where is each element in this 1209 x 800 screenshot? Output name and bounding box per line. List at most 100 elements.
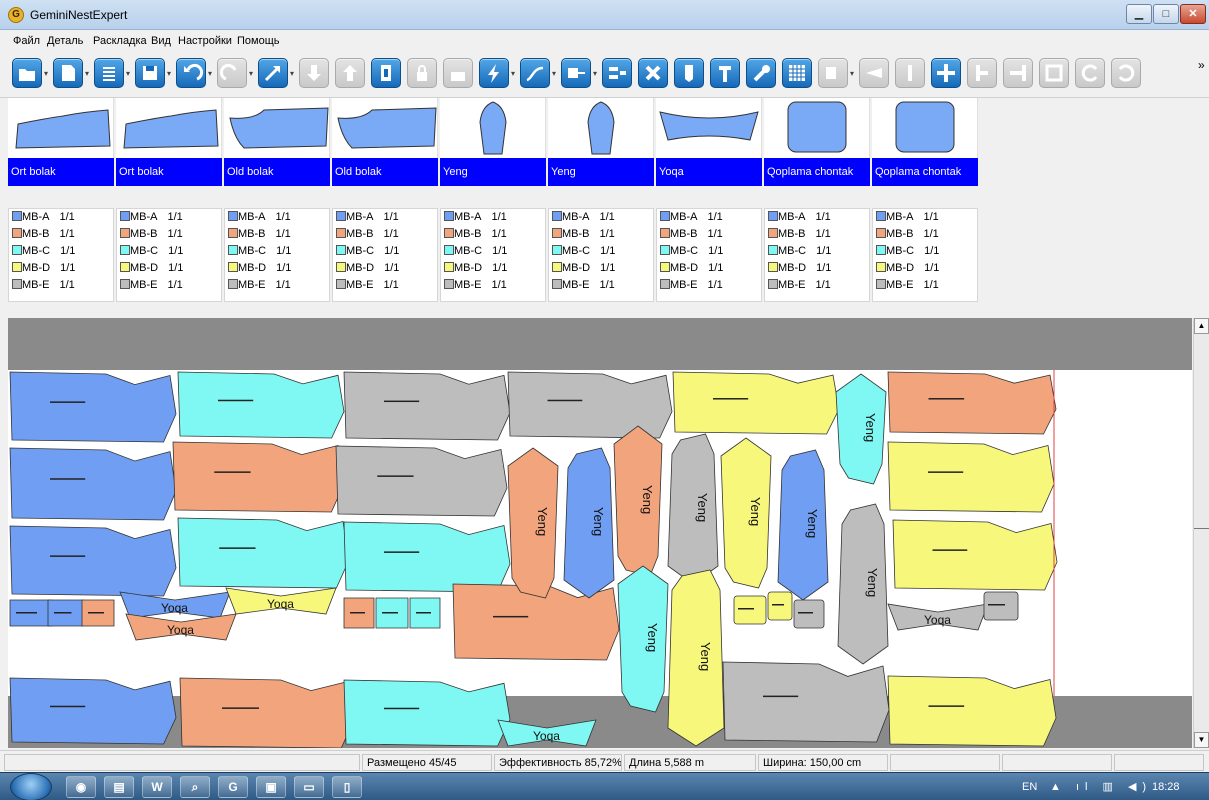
piece-card[interactable]: Ort bolak bbox=[8, 98, 114, 186]
size-row[interactable]: MB-E 1/1 bbox=[444, 279, 507, 295]
size-row[interactable]: MB-E 1/1 bbox=[228, 279, 291, 295]
toolbar-button-delete[interactable] bbox=[638, 58, 668, 88]
close-button[interactable]: ✕ bbox=[1180, 4, 1206, 24]
size-row[interactable]: MB-C 1/1 bbox=[444, 245, 507, 261]
marker-piece-pocket[interactable] bbox=[733, 595, 767, 625]
size-row[interactable]: MB-A 1/1 bbox=[336, 211, 399, 227]
toolbar-button-move-cross[interactable] bbox=[931, 58, 961, 88]
size-row[interactable]: MB-A 1/1 bbox=[660, 211, 723, 227]
size-row[interactable]: MB-E 1/1 bbox=[12, 279, 75, 295]
start-button[interactable] bbox=[10, 773, 52, 800]
marker-piece[interactable] bbox=[343, 521, 511, 593]
window-app-icon[interactable]: ▭ bbox=[294, 776, 324, 798]
marker-layout[interactable]: Yeng Yeng Yeng Yeng Yeng Yeng Yeng Yeng Yeng Yeng… bbox=[8, 318, 1192, 748]
save-app-icon[interactable]: ▣ bbox=[256, 776, 286, 798]
size-row[interactable]: MB-A 1/1 bbox=[228, 211, 291, 227]
marker-piece[interactable] bbox=[179, 677, 355, 748]
size-row[interactable]: MB-D 1/1 bbox=[444, 262, 507, 278]
size-row[interactable]: MB-C 1/1 bbox=[228, 245, 291, 261]
size-row[interactable]: MB-E 1/1 bbox=[660, 279, 723, 295]
dropdown-arrow-icon[interactable]: ▾ bbox=[290, 70, 297, 78]
marker-piece[interactable] bbox=[172, 441, 345, 513]
marker-piece-yeng[interactable] bbox=[667, 569, 725, 747]
menu-help[interactable]: Помощь bbox=[237, 35, 280, 47]
marker-piece-pocket[interactable] bbox=[793, 599, 825, 629]
toolbar-button-save[interactable] bbox=[135, 58, 165, 88]
language-indicator[interactable]: EN bbox=[1022, 781, 1037, 793]
toolbar-button-split[interactable] bbox=[859, 58, 889, 88]
marker-piece[interactable] bbox=[335, 445, 508, 517]
marker-piece-pocket[interactable] bbox=[983, 591, 1019, 621]
dropdown-arrow-icon[interactable]: ▾ bbox=[850, 70, 857, 78]
menu-piece[interactable]: Деталь bbox=[47, 35, 83, 47]
search-app-icon[interactable]: ⌕ bbox=[180, 776, 210, 798]
size-row[interactable]: MB-C 1/1 bbox=[120, 245, 183, 261]
toolbar-button-redo[interactable] bbox=[217, 58, 247, 88]
toolbar-button-flip-vertical[interactable] bbox=[674, 58, 704, 88]
dropdown-arrow-icon[interactable]: ▾ bbox=[593, 70, 600, 78]
marker-piece[interactable] bbox=[177, 371, 345, 439]
marker-piece[interactable] bbox=[9, 525, 177, 597]
size-row[interactable]: MB-A 1/1 bbox=[768, 211, 831, 227]
word-icon[interactable]: W bbox=[142, 776, 172, 798]
marker-piece[interactable] bbox=[672, 371, 840, 435]
size-row[interactable]: MB-E 1/1 bbox=[768, 279, 831, 295]
size-row[interactable]: MB-C 1/1 bbox=[768, 245, 831, 261]
size-row[interactable]: MB-A 1/1 bbox=[12, 211, 75, 227]
toolbar-button-grid[interactable] bbox=[782, 58, 812, 88]
dropdown-arrow-icon[interactable]: ▾ bbox=[126, 70, 133, 78]
size-row[interactable]: MB-D 1/1 bbox=[552, 262, 615, 278]
piece-card[interactable]: Yoqa bbox=[656, 98, 762, 186]
marker-piece[interactable] bbox=[887, 371, 1057, 435]
size-row[interactable]: MB-C 1/1 bbox=[660, 245, 723, 261]
piece-card[interactable]: Ort bolak bbox=[116, 98, 222, 186]
size-row[interactable]: MB-B 1/1 bbox=[120, 228, 183, 244]
toolbar-button-redo-small[interactable] bbox=[1111, 58, 1141, 88]
marker-piece[interactable] bbox=[177, 517, 350, 589]
toolbar-button-open-folder[interactable] bbox=[12, 58, 42, 88]
size-row[interactable]: MB-B 1/1 bbox=[552, 228, 615, 244]
size-row[interactable]: MB-B 1/1 bbox=[12, 228, 75, 244]
toolbar-button-move-down[interactable] bbox=[299, 58, 329, 88]
scroll-down-button[interactable]: ▼ bbox=[1194, 732, 1209, 748]
menu-file[interactable]: Файл bbox=[13, 35, 40, 47]
size-row[interactable]: MB-D 1/1 bbox=[228, 262, 291, 278]
chrome-icon[interactable]: ◉ bbox=[66, 776, 96, 798]
size-row[interactable]: MB-D 1/1 bbox=[768, 262, 831, 278]
vertical-scrollbar[interactable]: ▲ ▼ bbox=[1193, 318, 1209, 748]
dropdown-arrow-icon[interactable]: ▾ bbox=[552, 70, 559, 78]
tray-icons[interactable]: ▲ ıl ▥ ◀) bbox=[1050, 780, 1152, 793]
marker-piece[interactable] bbox=[9, 447, 177, 521]
marker-piece[interactable] bbox=[507, 371, 673, 439]
toolbar-button-lock-all[interactable] bbox=[443, 58, 473, 88]
clock[interactable]: 18:28 bbox=[1152, 781, 1180, 793]
size-row[interactable]: MB-E 1/1 bbox=[552, 279, 615, 295]
size-row[interactable]: MB-E 1/1 bbox=[336, 279, 399, 295]
size-row[interactable]: MB-C 1/1 bbox=[336, 245, 399, 261]
toolbar-button-rotate[interactable] bbox=[1075, 58, 1105, 88]
toolbar-button-undo[interactable] bbox=[176, 58, 206, 88]
dropdown-arrow-icon[interactable]: ▾ bbox=[511, 70, 518, 78]
notes-app-icon[interactable]: ▯ bbox=[332, 776, 362, 798]
marker-canvas[interactable]: Yeng Yeng Yeng Yeng Yeng Yeng Yeng Yeng Yeng Yeng… bbox=[8, 318, 1192, 748]
size-row[interactable]: MB-B 1/1 bbox=[228, 228, 291, 244]
menu-marker[interactable]: Раскладка bbox=[93, 35, 147, 47]
dropdown-arrow-icon[interactable]: ▾ bbox=[44, 70, 51, 78]
size-row[interactable]: MB-B 1/1 bbox=[876, 228, 939, 244]
size-row[interactable]: MB-B 1/1 bbox=[660, 228, 723, 244]
toolbar-button-flip-horizontal[interactable] bbox=[710, 58, 740, 88]
size-row[interactable]: MB-E 1/1 bbox=[120, 279, 183, 295]
size-row[interactable]: MB-A 1/1 bbox=[444, 211, 507, 227]
size-row[interactable]: MB-D 1/1 bbox=[660, 262, 723, 278]
toolbar-button-align-left[interactable] bbox=[967, 58, 997, 88]
toolbar-button-lock-piece[interactable] bbox=[371, 58, 401, 88]
size-row[interactable]: MB-D 1/1 bbox=[12, 262, 75, 278]
scroll-up-button[interactable]: ▲ bbox=[1194, 318, 1209, 334]
toolbar-button-align[interactable] bbox=[602, 58, 632, 88]
toolbar-button-align-right[interactable] bbox=[1003, 58, 1033, 88]
size-row[interactable]: MB-C 1/1 bbox=[552, 245, 615, 261]
dropdown-arrow-icon[interactable]: ▾ bbox=[167, 70, 174, 78]
toolbar-button-marker-one[interactable] bbox=[895, 58, 925, 88]
size-row[interactable]: MB-D 1/1 bbox=[336, 262, 399, 278]
size-row[interactable]: MB-A 1/1 bbox=[120, 211, 183, 227]
